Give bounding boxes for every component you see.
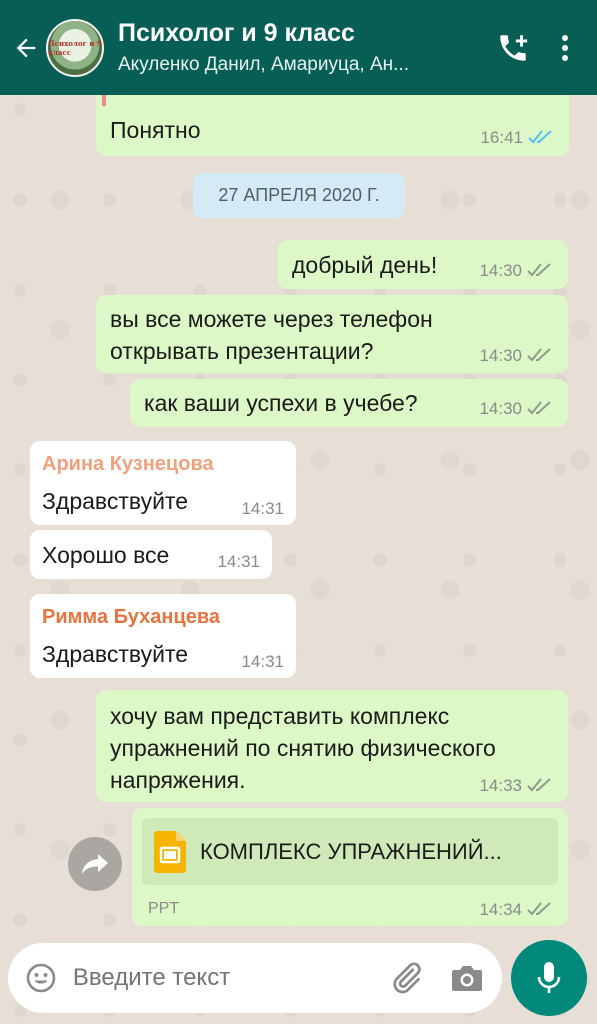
forward-button[interactable] bbox=[68, 837, 122, 891]
attach-button[interactable] bbox=[383, 954, 430, 1002]
message-file[interactable]: КОМПЛЕКС УПРАЖНЕНИЙ... PPT 14:34 bbox=[132, 808, 568, 926]
message-text: Хорошо все bbox=[42, 542, 170, 568]
message-text: добрый день! bbox=[292, 252, 438, 278]
add-call-button[interactable] bbox=[487, 22, 539, 74]
delivered-ticks-icon bbox=[527, 263, 551, 277]
message-text: Здравствуйте bbox=[42, 641, 189, 667]
message-time: 14:31 bbox=[241, 652, 284, 671]
message-time: 14:31 bbox=[217, 552, 260, 571]
sender-name[interactable]: Римма Буханцева bbox=[42, 606, 220, 629]
chat-title-block[interactable]: Психолог и 9 класс Акуленко Данил, Амари… bbox=[118, 19, 487, 76]
message-outgoing[interactable]: как ваши успехи в учебе? 14:30 bbox=[130, 379, 568, 427]
chat-participants: Акуленко Данил, Амариуца, Ан... bbox=[118, 54, 409, 75]
chat-title: Психолог и 9 класс bbox=[118, 19, 355, 47]
message-time: 14:34 bbox=[479, 900, 522, 919]
group-avatar[interactable]: Психолог и 9 класс bbox=[46, 18, 104, 77]
message-incoming[interactable]: Арина Кузнецова Здравствуйте 14:31 bbox=[30, 441, 296, 525]
message-outgoing[interactable]: хочу вам представить комплекс упражнений… bbox=[96, 690, 568, 802]
camera-button[interactable] bbox=[443, 954, 490, 1002]
message-outgoing[interactable]: вы все можете через телефон открывать пр… bbox=[96, 295, 568, 373]
message-time: 14:30 bbox=[479, 399, 522, 418]
message-text: Здравствуйте bbox=[42, 488, 189, 514]
message-time: 14:30 bbox=[479, 261, 522, 280]
message-text: как ваши успехи в учебе? bbox=[144, 390, 418, 416]
chat-header: Психолог и 9 класс Психолог и 9 класс Ак… bbox=[0, 0, 597, 95]
voice-message-button[interactable] bbox=[511, 940, 587, 1016]
message-incoming[interactable]: Хорошо все 14:31 bbox=[30, 530, 272, 579]
phone-plus-icon bbox=[500, 34, 528, 61]
more-vertical-icon bbox=[562, 34, 568, 61]
message-compose-bar bbox=[8, 943, 502, 1013]
microphone-icon bbox=[537, 962, 561, 993]
delivered-ticks-icon bbox=[527, 401, 551, 415]
message-time: 16:41 bbox=[480, 128, 523, 147]
delivered-ticks-icon bbox=[527, 778, 551, 792]
message-text: вы все можете через телефон открывать пр… bbox=[110, 306, 433, 364]
delivered-ticks-icon bbox=[527, 348, 551, 362]
read-ticks-icon bbox=[528, 130, 552, 144]
message-time: 14:33 bbox=[479, 776, 522, 795]
message-text: Понятно bbox=[110, 117, 201, 143]
forward-arrow-icon bbox=[82, 854, 108, 874]
emoji-icon bbox=[27, 963, 56, 993]
message-time: 14:30 bbox=[479, 346, 522, 365]
message-input[interactable] bbox=[72, 964, 383, 992]
file-type: PPT bbox=[148, 900, 180, 917]
sender-name[interactable]: Арина Кузнецова bbox=[42, 453, 214, 476]
date-separator: 27 АПРЕЛЯ 2020 Г. bbox=[193, 173, 405, 218]
paperclip-icon bbox=[393, 962, 421, 994]
avatar-label: Психолог и 9 класс bbox=[48, 38, 102, 57]
message-incoming[interactable]: Римма Буханцева Здравствуйте 14:31 bbox=[30, 594, 296, 678]
camera-icon bbox=[451, 966, 482, 991]
file-attachment[interactable]: КОМПЛЕКС УПРАЖНЕНИЙ... bbox=[142, 818, 558, 885]
emoji-button[interactable] bbox=[24, 960, 59, 996]
back-arrow-icon[interactable] bbox=[8, 30, 44, 66]
file-name: КОМПЛЕКС УПРАЖНЕНИЙ... bbox=[200, 838, 502, 864]
message-time: 14:31 bbox=[241, 499, 284, 518]
slides-file-icon bbox=[154, 830, 186, 873]
delivered-ticks-icon bbox=[527, 902, 551, 916]
message-text: хочу вам представить комплекс упражнений… bbox=[110, 703, 496, 793]
more-options-button[interactable] bbox=[539, 22, 591, 74]
message-outgoing[interactable]: добрый день! 14:30 bbox=[278, 240, 568, 289]
